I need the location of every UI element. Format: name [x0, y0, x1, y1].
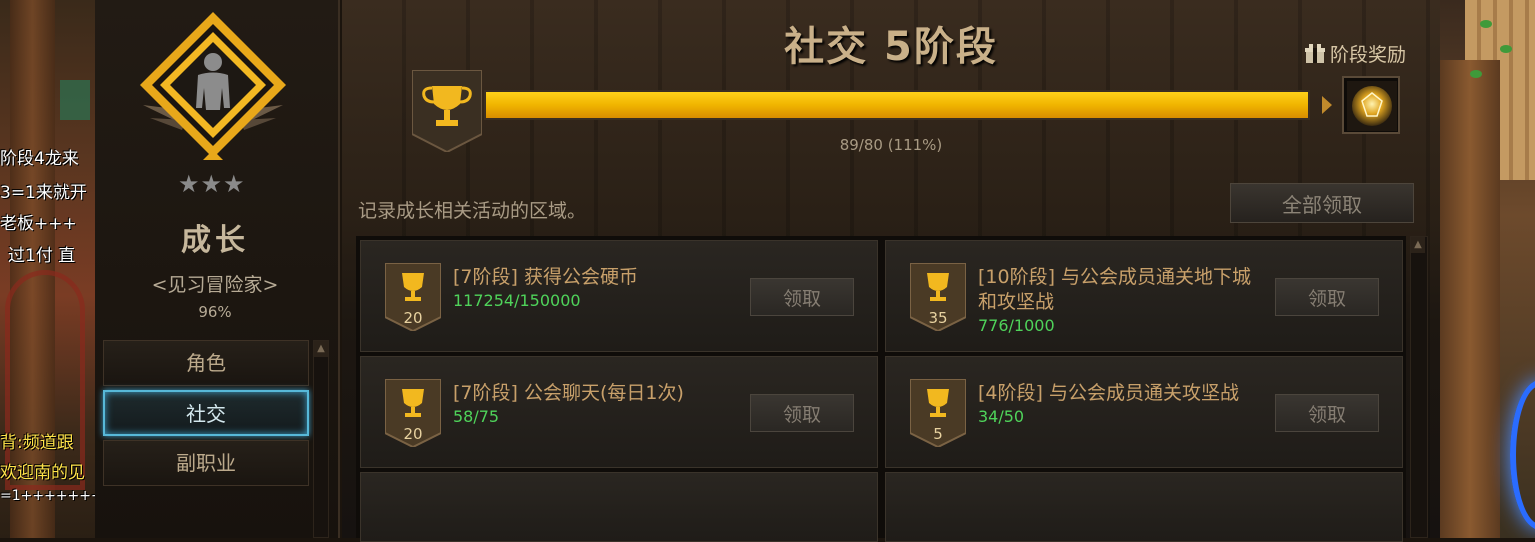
task-title: [7阶段] 获得公会硬币 [453, 266, 638, 288]
achievement-main-panel: 社交 5阶段 阶段奖励 89/80 (111%) 记录成长相关活动的区域。 全部… [342, 0, 1440, 542]
claim-button[interactable]: 领取 [1275, 394, 1379, 432]
empty-task-slot [885, 472, 1403, 542]
category-list: 角色 社交 副职业 [103, 340, 311, 538]
section-description: 记录成长相关活动的区域。 [358, 200, 587, 222]
task-title: [7阶段] 公会聊天(每日1次) [453, 382, 684, 404]
chat-line: 背:频道跟 [0, 433, 74, 453]
task-card: 35 [10阶段] 与公会成员通关地下城和攻坚战 776/1000 领取 [885, 240, 1403, 352]
claim-button[interactable]: 领取 [750, 394, 854, 432]
person-diamond-emblem-icon [140, 12, 286, 160]
chat-line: 老板+++ [0, 214, 77, 234]
trophy-icon: 20 [385, 379, 441, 447]
task-points: 35 [928, 309, 947, 327]
leaf [1500, 45, 1512, 53]
task-progress: 58/75 [453, 407, 500, 426]
trophy-icon: 20 [385, 263, 441, 331]
rank-subtitle: <见习冒险家> [151, 274, 279, 296]
chat-line: =1+++++++ [0, 488, 95, 504]
claim-button[interactable]: 领取 [750, 278, 854, 316]
stage-progress-text: 89/80 (111%) [839, 136, 943, 154]
task-card: 20 [7阶段] 公会聊天(每日1次) 58/75 领取 [360, 356, 878, 468]
task-title: [4阶段] 与公会成员通关攻坚战 [978, 382, 1239, 404]
scroll-up-icon[interactable]: ▲ [314, 341, 328, 357]
task-points: 5 [933, 425, 943, 443]
green-banner [60, 80, 90, 120]
scroll-up-icon[interactable]: ▲ [1411, 237, 1425, 253]
tree-trunk [1440, 60, 1500, 538]
task-progress: 776/1000 [978, 316, 1055, 335]
task-list: 20 [7阶段] 获得公会硬币 117254/150000 领取 35 [10阶… [356, 236, 1406, 542]
task-points: 20 [403, 425, 422, 443]
rank-stars: ★★★ [178, 170, 246, 198]
task-progress: 117254/150000 [453, 291, 581, 310]
gift-icon [1305, 43, 1325, 63]
leaf [1480, 20, 1492, 28]
red-arch [5, 270, 85, 490]
chat-line: 3=1来就开 [0, 183, 87, 203]
leaf [1470, 70, 1482, 78]
stage-title: 社交 5阶段 [784, 24, 998, 70]
empty-task-slot [360, 472, 878, 542]
claim-all-button[interactable]: 全部领取 [1230, 183, 1414, 223]
task-title: [10阶段] 与公会成员通关地下城和攻坚战 [978, 266, 1252, 313]
task-card: 20 [7阶段] 获得公会硬币 117254/150000 领取 [360, 240, 878, 352]
chat-line: 欢迎南的见 [0, 463, 85, 483]
tab-character[interactable]: 角色 [103, 340, 309, 386]
stage-reward-item[interactable] [1342, 76, 1400, 134]
task-points: 20 [403, 309, 422, 327]
stage-reward-link[interactable]: 阶段奖励 [1304, 40, 1406, 67]
chat-line: 过1付 直 [8, 246, 76, 266]
trophy-icon: 35 [910, 263, 966, 331]
game-scene-right [1440, 0, 1535, 538]
reward-orb-icon [1347, 81, 1397, 131]
task-progress: 34/50 [978, 407, 1025, 426]
progress-arrow-icon [1322, 96, 1332, 114]
rank-percent: 96% [198, 303, 232, 321]
task-card: 5 [4阶段] 与公会成员通关攻坚战 34/50 领取 [885, 356, 1403, 468]
tab-social[interactable]: 社交 [103, 390, 309, 436]
category-scrollbar[interactable]: ▲ [313, 340, 329, 538]
growth-rank-panel: ★★★ 成长 <见习冒险家> 96% 角色 社交 副职业 ▲ [95, 0, 340, 538]
stage-progress-fill [486, 92, 1308, 118]
trophy-icon: 5 [910, 379, 966, 447]
stage-reward-label: 阶段奖励 [1330, 44, 1407, 66]
tab-sub-profession[interactable]: 副职业 [103, 440, 309, 486]
claim-button[interactable]: 领取 [1275, 278, 1379, 316]
rank-title: 成长 [181, 223, 249, 258]
game-scene-left: 阶段4龙来 3=1来就开 老板+++ 过1付 直 背:频道跟 欢迎南的见 =1+… [0, 0, 95, 538]
chat-line: 阶段4龙来 [0, 149, 79, 169]
blue-portal [1510, 380, 1535, 530]
task-scrollbar[interactable]: ▲ [1410, 236, 1428, 538]
stage-progress-bar [484, 90, 1310, 120]
